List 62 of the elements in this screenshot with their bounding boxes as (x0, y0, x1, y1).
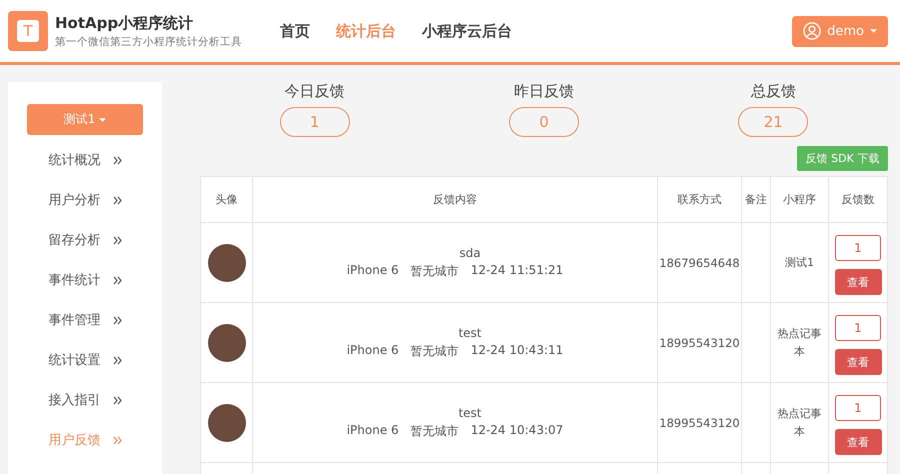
double-chevron-icon (112, 316, 122, 324)
sidebar-item[interactable]: 事件统计 (48, 260, 122, 300)
column-header: 头像 (200, 176, 252, 222)
double-chevron-icon (112, 436, 122, 444)
feedback-time: 12-24 10:43:07 (470, 422, 564, 438)
stat-value: 1 (280, 107, 350, 137)
column-header: 备注 (742, 176, 770, 222)
feedback-text: test (457, 406, 483, 420)
contact-cell: 18995543120 (659, 336, 740, 350)
sidebar-item[interactable]: 留存分析 (48, 220, 122, 260)
user-icon (803, 22, 822, 40)
sidebar-item[interactable]: 统计概况 (48, 140, 122, 180)
stat-label: 今日反馈 (284, 82, 345, 101)
column-header: 反馈数 (828, 176, 888, 222)
contact-cell: 18679654648 (659, 256, 740, 270)
double-chevron-icon (112, 276, 122, 284)
app-name-cell-text: 测试1 (784, 254, 815, 271)
sidebar-item[interactable]: 事件管理 (48, 300, 122, 340)
sidebar-item[interactable]: 接入指引 (48, 380, 122, 420)
double-chevron-icon (112, 196, 122, 204)
feedback-count: 1 (835, 395, 881, 421)
city-name: 暂无城市 (410, 422, 459, 440)
device-name: iPhone 6 (346, 262, 399, 278)
city-name: 暂无城市 (410, 262, 459, 280)
avatar-placeholder (208, 404, 246, 442)
app-title: HotApp小程序统计 (55, 14, 194, 32)
device-name: iPhone 6 (346, 422, 399, 438)
double-chevron-icon (112, 396, 122, 404)
contact-cell: 18995543120 (659, 416, 740, 430)
avatar-placeholder (208, 244, 246, 282)
sidebar-item[interactable]: 用户分析 (48, 180, 122, 220)
avatar-placeholder (208, 324, 246, 362)
nav-link[interactable]: 小程序云后台 (422, 22, 512, 40)
column-header: 小程序 (770, 176, 828, 222)
view-button[interactable]: 查看 (834, 349, 882, 375)
stat-label: 总反馈 (750, 82, 796, 101)
feedback-time: 12-24 10:43:11 (470, 342, 564, 358)
column-header: 联系方式 (658, 176, 742, 222)
stat-value: 21 (738, 107, 808, 137)
double-chevron-icon (112, 356, 122, 364)
double-chevron-icon (112, 156, 122, 164)
city-name: 暂无城市 (410, 342, 459, 360)
app-name-cell-text: 热点记事本 (776, 406, 822, 440)
view-button[interactable]: 查看 (834, 269, 882, 295)
stat-label: 昨日反馈 (514, 82, 574, 101)
feedback-count: 1 (835, 235, 881, 261)
device-name: iPhone 6 (346, 342, 399, 358)
feedback-time: 12-24 11:51:21 (470, 262, 564, 278)
nav-link[interactable]: 首页 (280, 22, 310, 40)
feedback-text: sda (458, 246, 482, 260)
view-button[interactable]: 查看 (834, 429, 882, 455)
caret-icon (870, 29, 877, 33)
feedback-text: test (457, 326, 483, 340)
logo-icon: T (8, 11, 48, 51)
sidebar-item[interactable]: 统计设置 (48, 340, 122, 380)
app-subtitle: 第一个微信第三方小程序统计分析工具 (55, 34, 242, 48)
caret-icon (99, 118, 106, 122)
stat-value: 0 (508, 107, 579, 137)
column-header: 反馈内容 (252, 176, 658, 222)
feedback-count: 1 (835, 315, 881, 341)
double-chevron-icon (112, 236, 122, 244)
app-name-cell-text: 热点记事本 (776, 326, 822, 360)
